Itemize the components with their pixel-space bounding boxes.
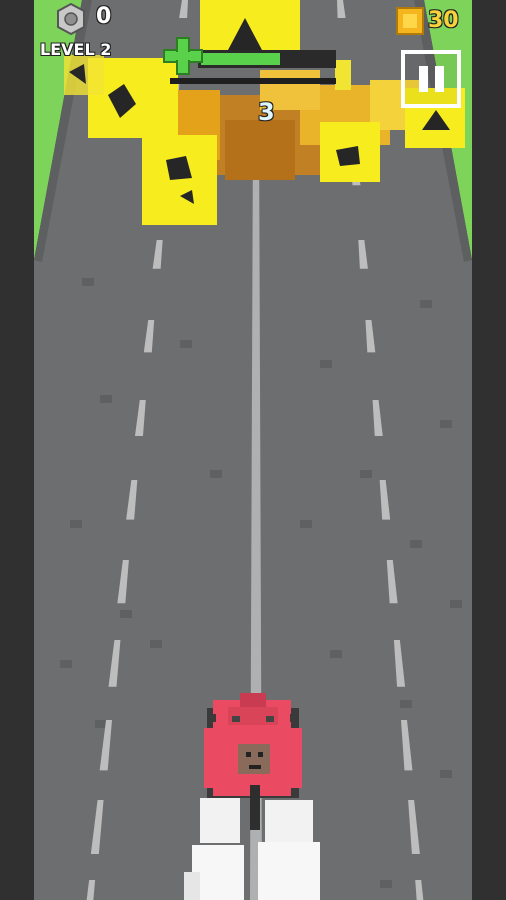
pause-button[interactable] xyxy=(401,50,461,108)
coin-counter: 30 xyxy=(395,6,470,40)
game-view[interactable]: 0 LEVEL 2 30 3 xyxy=(0,0,506,900)
road-speck xyxy=(380,880,392,888)
coin-block-icon xyxy=(396,7,424,35)
left-letterbox xyxy=(0,0,34,900)
road-speck xyxy=(82,278,94,286)
yellow-block-center xyxy=(142,135,217,225)
road-speck xyxy=(70,520,82,528)
bolt-counter: 0 xyxy=(50,2,130,36)
road-speck xyxy=(330,650,342,658)
road-speck xyxy=(410,540,422,548)
road-speck xyxy=(180,340,192,348)
road-speck xyxy=(360,470,372,478)
road-speck xyxy=(420,300,432,308)
road-speck xyxy=(150,640,162,648)
level-label: LEVEL 2 xyxy=(40,40,112,59)
road-speck xyxy=(120,610,132,618)
road-speck xyxy=(450,600,462,608)
bolt-count: 0 xyxy=(96,4,112,29)
road-speck xyxy=(320,360,332,368)
combo-counter: 3 xyxy=(258,98,275,126)
yellow-block-right xyxy=(320,122,380,182)
hex-bolt-icon xyxy=(57,2,85,36)
road-speck xyxy=(60,660,72,668)
road-speck xyxy=(100,395,112,403)
coin-count: 30 xyxy=(428,8,459,33)
pause-icon xyxy=(419,66,428,92)
road-speck xyxy=(440,420,452,428)
road-speck xyxy=(210,470,222,478)
yellow-shard xyxy=(335,60,351,90)
right-letterbox xyxy=(472,0,506,900)
road-speck xyxy=(440,770,452,778)
road-speck xyxy=(300,520,312,528)
game-scene xyxy=(0,0,506,900)
road-speck xyxy=(400,700,412,708)
pause-icon-bar-right xyxy=(435,66,444,92)
